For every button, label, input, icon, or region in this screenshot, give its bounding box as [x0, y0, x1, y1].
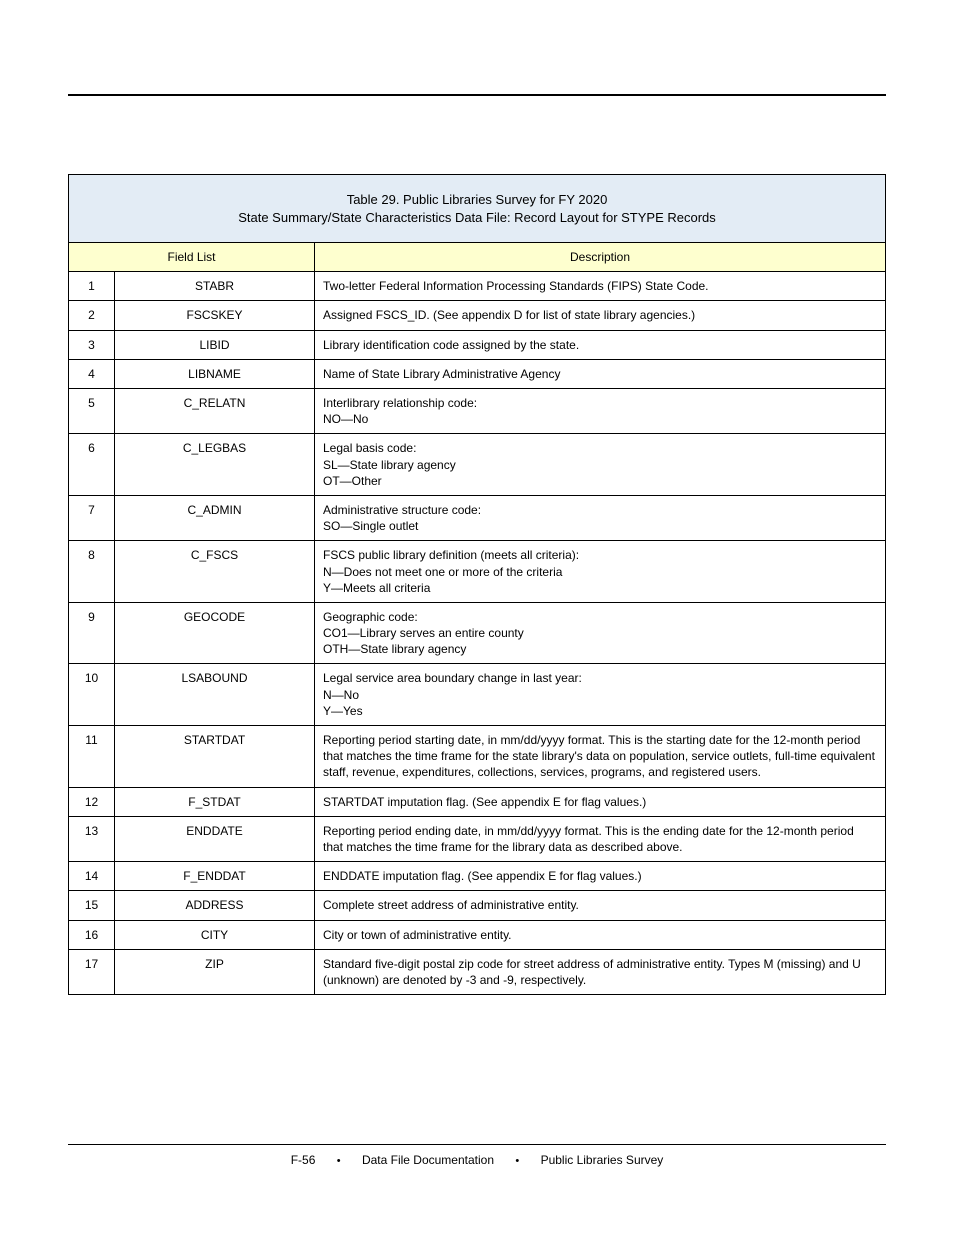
field-name: STARTDAT	[115, 726, 315, 788]
field-description: Legal basis code: SL—State library agenc…	[315, 434, 886, 496]
field-name: FSCSKEY	[115, 301, 315, 330]
table-row: 12F_STDATSTARTDAT imputation flag. (See …	[69, 787, 886, 816]
field-description: Reporting period starting date, in mm/dd…	[315, 726, 886, 788]
table-row: 5C_RELATNInterlibrary relationship code:…	[69, 389, 886, 434]
field-description: Name of State Library Administrative Age…	[315, 359, 886, 388]
field-name: LIBNAME	[115, 359, 315, 388]
table-header-row: Field List Description	[69, 243, 886, 272]
footer-separator: •	[497, 1155, 537, 1167]
field-name: ZIP	[115, 949, 315, 994]
row-number: 16	[69, 920, 115, 949]
field-description: Interlibrary relationship code: NO—No	[315, 389, 886, 434]
footer-middle: Data File Documentation	[362, 1153, 494, 1167]
page-footer: F-56 • Data File Documentation • Public …	[68, 1144, 886, 1167]
row-number: 17	[69, 949, 115, 994]
row-number: 9	[69, 602, 115, 664]
row-number: 7	[69, 495, 115, 540]
footer-separator: •	[319, 1155, 359, 1167]
footer-right: Public Libraries Survey	[541, 1153, 664, 1167]
field-name: GEOCODE	[115, 602, 315, 664]
field-description: Legal service area boundary change in la…	[315, 664, 886, 726]
row-number: 13	[69, 816, 115, 861]
footer-left: F-56	[291, 1153, 316, 1167]
field-description: Reporting period ending date, in mm/dd/y…	[315, 816, 886, 861]
row-number: 8	[69, 541, 115, 603]
table-row: 16CITYCity or town of administrative ent…	[69, 920, 886, 949]
field-name: STABR	[115, 272, 315, 301]
table-title-line1: Table 29. Public Libraries Survey for FY…	[347, 192, 608, 207]
field-description: STARTDAT imputation flag. (See appendix …	[315, 787, 886, 816]
row-number: 1	[69, 272, 115, 301]
header-field-list: Field List	[167, 250, 215, 264]
table-title-row: Table 29. Public Libraries Survey for FY…	[69, 175, 886, 243]
table-row: 7C_ADMINAdministrative structure code: S…	[69, 495, 886, 540]
field-name: LIBID	[115, 330, 315, 359]
field-description: Geographic code: CO1—Library serves an e…	[315, 602, 886, 664]
table-row: 10LSABOUNDLegal service area boundary ch…	[69, 664, 886, 726]
table-row: 2FSCSKEYAssigned FSCS_ID. (See appendix …	[69, 301, 886, 330]
table-row: 17ZIPStandard five-digit postal zip code…	[69, 949, 886, 994]
row-number: 2	[69, 301, 115, 330]
field-description: Library identification code assigned by …	[315, 330, 886, 359]
table-row: 11STARTDATReporting period starting date…	[69, 726, 886, 788]
table-row: 9GEOCODEGeographic code: CO1—Library ser…	[69, 602, 886, 664]
table-row: 3LIBIDLibrary identification code assign…	[69, 330, 886, 359]
row-number: 4	[69, 359, 115, 388]
field-description: ENDDATE imputation flag. (See appendix E…	[315, 862, 886, 891]
table-row: 8C_FSCSFSCS public library definition (m…	[69, 541, 886, 603]
row-number: 15	[69, 891, 115, 920]
field-description: Complete street address of administrativ…	[315, 891, 886, 920]
field-description: FSCS public library definition (meets al…	[315, 541, 886, 603]
table-row: 14F_ENDDATENDDATE imputation flag. (See …	[69, 862, 886, 891]
table-row: 4LIBNAMEName of State Library Administra…	[69, 359, 886, 388]
row-number: 14	[69, 862, 115, 891]
field-name: C_FSCS	[115, 541, 315, 603]
field-name: ADDRESS	[115, 891, 315, 920]
field-name: CITY	[115, 920, 315, 949]
field-name: F_ENDDAT	[115, 862, 315, 891]
top-spacer	[68, 96, 886, 174]
row-number: 3	[69, 330, 115, 359]
table-row: 13ENDDATEReporting period ending date, i…	[69, 816, 886, 861]
field-name: C_RELATN	[115, 389, 315, 434]
field-description: Assigned FSCS_ID. (See appendix D for li…	[315, 301, 886, 330]
header-description: Description	[570, 250, 630, 264]
data-dictionary-table: Table 29. Public Libraries Survey for FY…	[68, 174, 886, 995]
field-description: City or town of administrative entity.	[315, 920, 886, 949]
field-name: F_STDAT	[115, 787, 315, 816]
page-header-rule	[68, 60, 886, 96]
field-name: C_ADMIN	[115, 495, 315, 540]
row-number: 12	[69, 787, 115, 816]
row-number: 11	[69, 726, 115, 788]
field-name: C_LEGBAS	[115, 434, 315, 496]
table-row: 15ADDRESSComplete street address of admi…	[69, 891, 886, 920]
field-name: LSABOUND	[115, 664, 315, 726]
table-row: 1STABRTwo-letter Federal Information Pro…	[69, 272, 886, 301]
table-row: 6C_LEGBASLegal basis code: SL—State libr…	[69, 434, 886, 496]
row-number: 5	[69, 389, 115, 434]
row-number: 10	[69, 664, 115, 726]
field-name: ENDDATE	[115, 816, 315, 861]
table-title-line2: State Summary/State Characteristics Data…	[238, 210, 716, 225]
row-number: 6	[69, 434, 115, 496]
field-description: Two-letter Federal Information Processin…	[315, 272, 886, 301]
field-description: Administrative structure code: SO—Single…	[315, 495, 886, 540]
field-description: Standard five-digit postal zip code for …	[315, 949, 886, 994]
